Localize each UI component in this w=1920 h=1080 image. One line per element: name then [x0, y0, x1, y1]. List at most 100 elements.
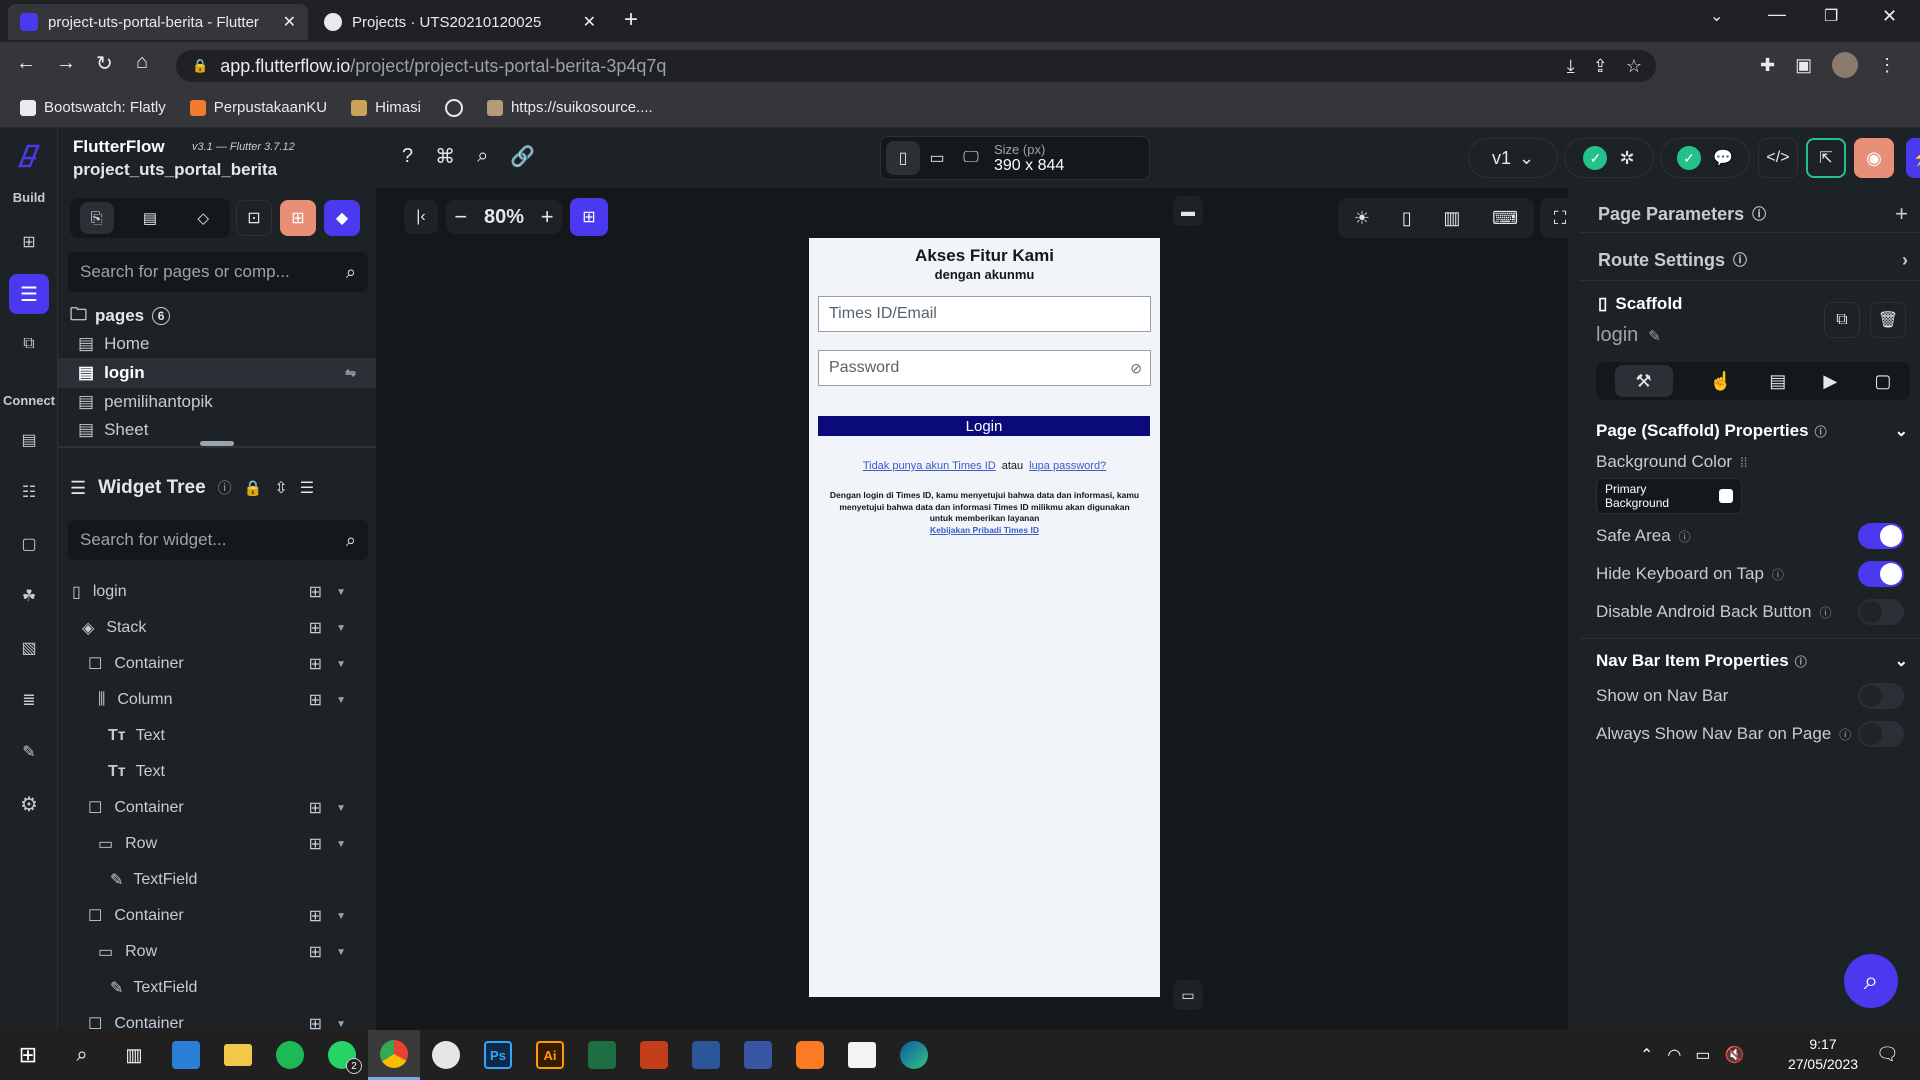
- premium-diamond-icon[interactable]: ◆: [324, 200, 360, 236]
- maximize-icon[interactable]: ❐: [1824, 6, 1838, 26]
- light-mode-icon[interactable]: ☀: [1354, 208, 1370, 229]
- branch-selector[interactable]: v1 ⌄: [1468, 138, 1558, 178]
- word-icon[interactable]: [680, 1030, 732, 1080]
- run-button[interactable]: ⚡⌄: [1906, 138, 1920, 178]
- link-icon[interactable]: 🔗: [510, 144, 535, 169]
- add-child-icon[interactable]: ⊞: [309, 942, 322, 962]
- add-child-icon[interactable]: ⊞: [309, 834, 322, 854]
- check-circle-icon[interactable]: ✓: [1583, 146, 1608, 170]
- search-icon[interactable]: ⌕: [477, 145, 488, 168]
- page-item-home[interactable]: ▤ Home: [58, 330, 376, 358]
- caret-down-icon[interactable]: ▼: [336, 839, 346, 850]
- code-view-icon[interactable]: </>: [1758, 138, 1798, 178]
- visio-icon[interactable]: [732, 1030, 784, 1080]
- info-icon[interactable]: ⓘ: [1733, 250, 1747, 270]
- comments-icon[interactable]: 💬: [1713, 148, 1733, 168]
- add-child-icon[interactable]: ⊞: [309, 582, 322, 602]
- battery-icon[interactable]: ▭: [1695, 1045, 1710, 1065]
- add-child-icon[interactable]: ⊞: [309, 618, 322, 638]
- api-calls-icon[interactable]: ▢: [9, 524, 49, 564]
- tree-node-text[interactable]: Tт Text: [58, 754, 358, 790]
- powerpoint-icon[interactable]: [628, 1030, 680, 1080]
- whatsapp-icon[interactable]: 2: [316, 1030, 368, 1080]
- firestore-icon[interactable]: ▤: [9, 420, 49, 460]
- caret-down-icon[interactable]: ▼: [336, 803, 346, 814]
- bookmark-suikosource[interactable]: https://suikosource....: [486, 99, 653, 116]
- edit-pencil-icon[interactable]: ✎: [1648, 327, 1661, 345]
- tree-node-login[interactable]: ▯ login ⊞ ▼: [58, 574, 358, 610]
- route-settings-header[interactable]: Route Settings ⓘ ›: [1598, 246, 1908, 274]
- actions-tab-icon[interactable]: ☝: [1710, 371, 1732, 392]
- new-tab-button[interactable]: +: [624, 6, 638, 34]
- caret-down-icon[interactable]: ▼: [336, 659, 346, 670]
- lock-icon[interactable]: 🔒: [244, 479, 263, 497]
- bookmark-himasi[interactable]: Himasi: [351, 99, 421, 116]
- notifications-icon[interactable]: 🗨: [1876, 1044, 1899, 1065]
- schema-icon[interactable]: ☷: [9, 472, 49, 512]
- show-navbar-toggle[interactable]: [1858, 683, 1904, 709]
- add-parameter-icon[interactable]: +: [1895, 201, 1908, 227]
- settings-gear-icon[interactable]: ⚙: [9, 784, 49, 824]
- info-icon[interactable]: ⓘ: [1815, 423, 1827, 440]
- bookmark-wordpress[interactable]: [444, 98, 463, 117]
- new-folder-icon[interactable]: ⊡: [236, 200, 272, 236]
- navbar-properties-header[interactable]: Nav Bar Item Properties ⓘ ⌄: [1596, 648, 1908, 674]
- extensions-icon[interactable]: ✚: [1760, 55, 1775, 76]
- media-assets-icon[interactable]: ▧: [9, 628, 49, 668]
- device-frame-icon[interactable]: ▥: [1443, 208, 1460, 229]
- chevron-down-icon[interactable]: ⌄: [1895, 421, 1908, 441]
- info-icon[interactable]: ⓘ: [1839, 726, 1851, 743]
- info-icon[interactable]: ⓘ: [1679, 528, 1691, 545]
- task-view-icon[interactable]: ▥: [108, 1030, 160, 1080]
- page-item-sheet[interactable]: ▤ Sheet: [58, 416, 376, 444]
- register-link[interactable]: Tidak punya akun Times ID: [863, 460, 996, 472]
- add-child-icon[interactable]: ⊞: [309, 690, 322, 710]
- close-window-icon[interactable]: ✕: [1882, 6, 1897, 27]
- spotify-icon[interactable]: [264, 1030, 316, 1080]
- password-field[interactable]: Password ⊘: [818, 350, 1151, 386]
- tree-node-textfield[interactable]: ✎ TextField: [58, 970, 358, 1006]
- caret-down-icon[interactable]: ▼: [336, 911, 346, 922]
- home-icon[interactable]: ⌂: [136, 51, 148, 74]
- add-page-icon[interactable]: ⊞: [9, 222, 49, 262]
- tree-node-row[interactable]: ▭ Row ⊞ ▼: [58, 826, 358, 862]
- pages-folder[interactable]: 🗀 pages 6: [70, 302, 171, 330]
- hide-keyboard-toggle[interactable]: [1858, 561, 1904, 587]
- taskbar-search-icon[interactable]: ⌕: [56, 1030, 108, 1080]
- volume-muted-icon[interactable]: 🔇: [1725, 1045, 1745, 1065]
- components-tab-icon[interactable]: ▤: [133, 202, 167, 234]
- minimize-icon[interactable]: —: [1768, 4, 1786, 25]
- forward-icon[interactable]: →: [56, 52, 76, 75]
- info-icon[interactable]: ⓘ: [1795, 653, 1807, 670]
- tree-node-container[interactable]: ☐ Container ⊞ ▼: [58, 898, 358, 934]
- backend-query-tab-icon[interactable]: ▤: [1769, 371, 1786, 392]
- mobile-device-icon[interactable]: ▯: [886, 141, 920, 175]
- microsoft-store-icon[interactable]: [836, 1030, 888, 1080]
- chrome-icon[interactable]: [368, 1030, 420, 1080]
- background-color-picker[interactable]: Primary Background: [1596, 478, 1742, 514]
- chevron-down-icon[interactable]: ⌄: [1895, 651, 1908, 671]
- edge-icon[interactable]: [888, 1030, 940, 1080]
- tree-node-text[interactable]: Tт Text: [58, 718, 358, 754]
- tree-node-column[interactable]: ⫼ Column ⊞ ▼: [58, 682, 358, 718]
- add-child-icon[interactable]: ⊞: [309, 1014, 322, 1030]
- page-parameters-header[interactable]: Page Parameters ⓘ +: [1598, 200, 1908, 228]
- tree-node-textfield[interactable]: ✎ TextField: [58, 862, 358, 898]
- animations-tab-icon[interactable]: ▶: [1823, 371, 1837, 392]
- bookmark-perpustakaanku[interactable]: PerpustakaanKU: [189, 99, 327, 116]
- theme-icon[interactable]: ✎: [9, 732, 49, 772]
- illustrator-icon[interactable]: Ai: [524, 1030, 576, 1080]
- caret-down-icon[interactable]: ▼: [336, 947, 346, 958]
- tree-node-row[interactable]: ▭ Row ⊞ ▼: [58, 934, 358, 970]
- templates-tab-icon[interactable]: ◇: [186, 202, 220, 234]
- tree-node-container[interactable]: ☐ Container ⊞ ▼: [58, 790, 358, 826]
- safe-area-toggle[interactable]: [1858, 523, 1904, 549]
- filter-icon[interactable]: ☰: [300, 478, 314, 498]
- page-settings-icon[interactable]: ⇋: [345, 365, 356, 381]
- custom-code-icon[interactable]: ≣: [9, 680, 49, 720]
- info-icon[interactable]: ⓘ: [218, 478, 232, 498]
- file-explorer-icon[interactable]: [212, 1030, 264, 1080]
- chevron-right-icon[interactable]: ›: [1902, 250, 1908, 271]
- close-tab-icon[interactable]: ✕: [283, 12, 296, 32]
- clock[interactable]: 9:17 27/05/2023: [1786, 1036, 1860, 1072]
